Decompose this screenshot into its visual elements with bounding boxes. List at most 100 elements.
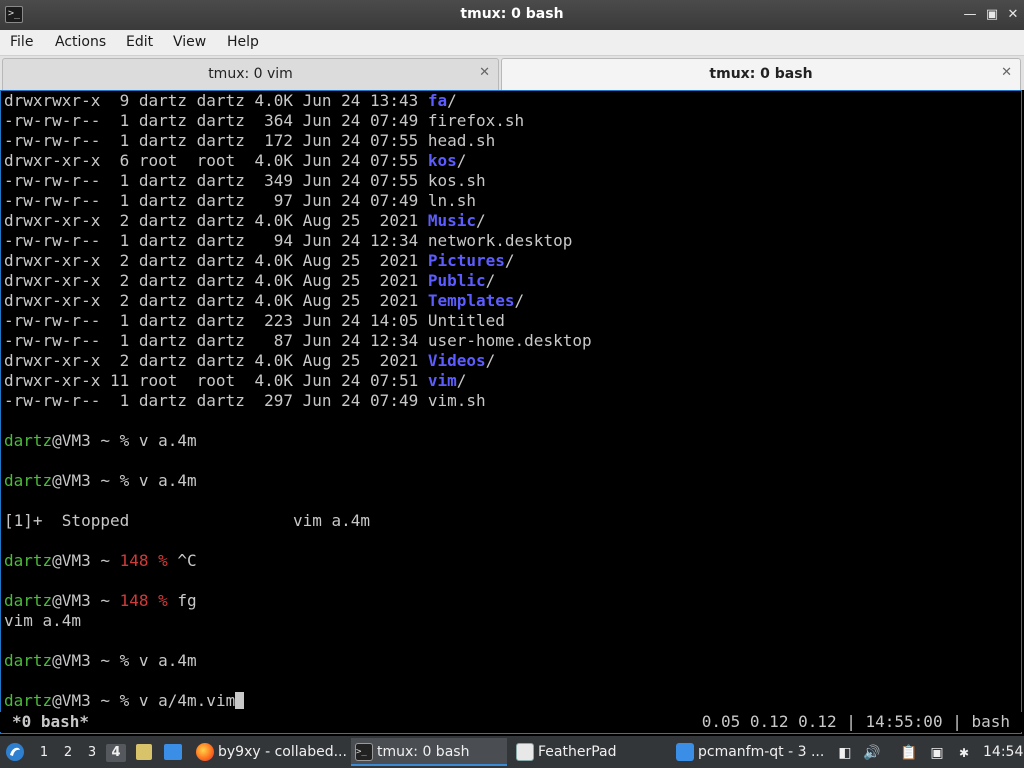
prompt-line: dartz@VM3 ~ % v a.4m — [4, 471, 197, 490]
desktop-4[interactable]: 4 — [106, 744, 126, 762]
bluetooth-icon[interactable]: ✱ — [955, 744, 973, 762]
task-terminal[interactable]: >_ tmux: 0 bash — [351, 738, 507, 766]
ls-dir-name: Pictures — [427, 251, 505, 270]
prompt-line: dartz@VM3 ~ % v a.4m — [4, 431, 197, 450]
ls-row-meta: drwxr-xr-x 2 dartz dartz 4.0K Aug 25 202… — [4, 351, 428, 370]
clock[interactable]: 14:54 — [983, 736, 1023, 768]
ls-row-meta: drwxr-xr-x 11 root root 4.0K Jun 24 07:5… — [4, 371, 428, 390]
ls-row: -rw-rw-r-- 1 dartz dartz 94 Jun 24 12:34… — [4, 231, 572, 251]
ls-dir-name: Templates — [427, 291, 515, 310]
terminal-area[interactable]: drwxrwxr-x 9 dartz dartz 4.0K Jun 24 13:… — [0, 90, 1022, 734]
menu-actions[interactable]: Actions — [55, 34, 106, 50]
tab-tmux-bash[interactable]: tmux: 0 bash ✕ — [501, 58, 1021, 90]
tab-close-icon[interactable]: ✕ — [1001, 65, 1012, 80]
ls-row: -rw-rw-r-- 1 dartz dartz 172 Jun 24 07:5… — [4, 131, 495, 151]
tmux-status-right: 0.05 0.12 0.12 | 14:55:00 | bash — [701, 712, 1010, 731]
window-title: tmux: 0 bash — [460, 6, 564, 22]
ls-dir-suffix: / — [447, 91, 457, 110]
ls-row-meta: drwxrwxr-x 9 dartz dartz 4.0K Jun 24 13:… — [4, 91, 428, 110]
desktop-1[interactable]: 1 — [34, 744, 54, 762]
ls-file-name: Untitled — [427, 311, 505, 330]
ls-dir-name: Public — [427, 271, 486, 290]
ls-row: -rw-rw-r-- 1 dartz dartz 364 Jun 24 07:4… — [4, 111, 524, 131]
ls-row: drwxr-xr-x 2 dartz dartz 4.0K Aug 25 202… — [4, 351, 495, 371]
exit-code: 148 — [119, 591, 149, 610]
ls-dir-suffix: / — [485, 271, 496, 290]
ls-row-meta: drwxr-xr-x 2 dartz dartz 4.0K Aug 25 202… — [4, 251, 428, 270]
ls-row-meta: -rw-rw-r-- 1 dartz dartz 364 Jun 24 07:4… — [4, 111, 428, 130]
start-menu-button[interactable] — [4, 736, 28, 768]
ls-row: drwxr-xr-x 6 root root 4.0K Jun 24 07:55… — [4, 151, 466, 171]
menu-file[interactable]: File — [10, 34, 33, 50]
firefox-icon — [196, 743, 214, 761]
ls-dir-suffix: / — [504, 251, 515, 270]
ls-row-meta: -rw-rw-r-- 1 dartz dartz 94 Jun 24 12:34 — [4, 231, 428, 250]
current-prompt-line[interactable]: dartz@VM3 ~ % v a/4m.vim — [4, 691, 245, 711]
ls-row: drwxr-xr-x 2 dartz dartz 4.0K Aug 25 202… — [4, 251, 515, 271]
featherpad-icon — [516, 743, 534, 761]
tab-bar: tmux: 0 vim ✕ tmux: 0 bash ✕ — [0, 56, 1024, 90]
tab-close-icon[interactable]: ✕ — [479, 65, 490, 80]
menu-edit[interactable]: Edit — [126, 34, 153, 50]
ls-row: drwxr-xr-x 2 dartz dartz 4.0K Aug 25 202… — [4, 211, 486, 231]
menu-bar: File Actions Edit View Help — [0, 30, 1024, 56]
menu-help[interactable]: Help — [227, 34, 259, 50]
ls-row: -rw-rw-r-- 1 dartz dartz 349 Jun 24 07:5… — [4, 171, 486, 191]
network-icon[interactable]: ▣ — [928, 744, 946, 762]
ls-row-meta: drwxr-xr-x 2 dartz dartz 4.0K Aug 25 202… — [4, 271, 428, 290]
ls-row: -rw-rw-r-- 1 dartz dartz 87 Jun 24 12:34… — [4, 331, 592, 351]
menu-view[interactable]: View — [173, 34, 206, 50]
prompt-line: dartz@VM3 ~ 148 % fg — [4, 591, 197, 610]
ls-dir-suffix: / — [456, 371, 467, 390]
clipboard-icon[interactable]: 📋 — [900, 744, 918, 762]
tmux-window-indicator[interactable]: *0 bash* — [12, 712, 89, 732]
task-firefox[interactable]: by9xy - collabed... — [192, 738, 346, 766]
tab-tmux-vim[interactable]: tmux: 0 vim ✕ — [2, 58, 499, 90]
notes-icon — [136, 744, 152, 760]
ls-dir-name: Music — [427, 211, 477, 230]
job-status-line: [1]+ Stopped vim a.4m — [4, 511, 371, 530]
task-pcmanfm[interactable]: pcmanfm-qt - 3 ... — [672, 738, 828, 766]
ls-row-meta: -rw-rw-r-- 1 dartz dartz 172 Jun 24 07:5… — [4, 131, 428, 150]
ls-row-meta: drwxr-xr-x 2 dartz dartz 4.0K Aug 25 202… — [4, 291, 428, 310]
ls-row: drwxr-xr-x 2 dartz dartz 4.0K Aug 25 202… — [4, 291, 524, 311]
ls-row-meta: -rw-rw-r-- 1 dartz dartz 349 Jun 24 07:5… — [4, 171, 428, 190]
ls-dir-name: Videos — [427, 351, 486, 370]
tab-label: tmux: 0 bash — [709, 66, 813, 82]
tab-label: tmux: 0 vim — [208, 66, 293, 82]
ls-dir-suffix: / — [514, 291, 525, 310]
ls-row: drwxr-xr-x 2 dartz dartz 4.0K Aug 25 202… — [4, 271, 495, 291]
ls-row-meta: drwxr-xr-x 6 root root 4.0K Jun 24 07:55 — [4, 151, 428, 170]
window-titlebar[interactable]: >_ tmux: 0 bash — ▣ ✕ — [0, 0, 1024, 30]
ls-dir-suffix: / — [476, 211, 486, 230]
ls-row-meta: -rw-rw-r-- 1 dartz dartz 297 Jun 24 07:4… — [4, 391, 428, 410]
ls-row: drwxrwxr-x 9 dartz dartz 4.0K Jun 24 13:… — [4, 91, 457, 111]
minimize-icon[interactable]: — — [962, 7, 978, 23]
maximize-icon[interactable]: ▣ — [984, 7, 1000, 23]
file-manager-launcher[interactable] — [134, 736, 154, 768]
text-cursor — [235, 692, 245, 709]
desktop-icon — [164, 744, 182, 760]
prompt-line: dartz@VM3 ~ % v a.4m — [4, 651, 197, 670]
ls-row: -rw-rw-r-- 1 dartz dartz 297 Jun 24 07:4… — [4, 391, 486, 411]
clipboard-tray-icon[interactable]: ◧ — [836, 744, 854, 762]
folder-icon — [676, 743, 694, 761]
show-desktop-button[interactable] — [162, 736, 184, 768]
lxqt-logo-icon — [6, 743, 24, 761]
desktop-2[interactable]: 2 — [58, 744, 78, 762]
ls-file-name: user-home.desktop — [427, 331, 592, 350]
ls-dir-name: vim — [427, 371, 457, 390]
close-icon[interactable]: ✕ — [1005, 7, 1021, 23]
ls-row-meta: -rw-rw-r-- 1 dartz dartz 97 Jun 24 07:49 — [4, 191, 428, 210]
ls-file-name: firefox.sh — [427, 111, 525, 130]
tmux-status-bar: *0 bash* 0.05 0.12 0.12 | 14:55:00 | bas… — [0, 712, 1022, 732]
ls-row-meta: -rw-rw-r-- 1 dartz dartz 87 Jun 24 12:34 — [4, 331, 428, 350]
ls-dir-name: fa — [427, 91, 448, 110]
ls-row-meta: -rw-rw-r-- 1 dartz dartz 223 Jun 24 14:0… — [4, 311, 428, 330]
ls-file-name: network.desktop — [427, 231, 573, 250]
volume-icon[interactable]: 🔊 — [863, 744, 881, 762]
ls-row: -rw-rw-r-- 1 dartz dartz 223 Jun 24 14:0… — [4, 311, 505, 331]
task-featherpad[interactable]: FeatherPad — [512, 738, 668, 766]
terminal-icon: >_ — [355, 743, 373, 761]
desktop-3[interactable]: 3 — [82, 744, 102, 762]
